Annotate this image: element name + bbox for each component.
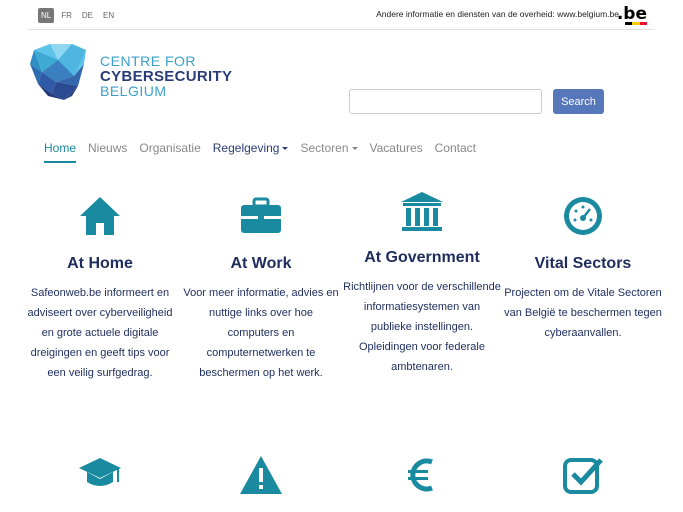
nav-organisatie[interactable]: Organisatie: [139, 141, 200, 163]
euro-icon[interactable]: [337, 454, 507, 496]
bank-icon: [337, 188, 507, 236]
nav-regelgeving[interactable]: Regelgeving: [213, 141, 289, 163]
belgian-flag-icon: [625, 22, 647, 25]
card-title: At Home: [67, 255, 133, 272]
nav-contact[interactable]: Contact: [435, 141, 476, 163]
briefcase-icon: [176, 192, 346, 240]
card-text: Richtlijnen voor de verschillende inform…: [343, 281, 501, 373]
caret-down-icon: [282, 147, 289, 151]
logo-line-3: BELGIUM: [100, 83, 167, 99]
card-text: Voor meer informatie, advies en nuttige …: [183, 287, 339, 379]
card-at-government[interactable]: At Government Richtlijnen voor de versch…: [337, 192, 507, 377]
nav-sectoren-label: Sectoren: [300, 141, 349, 155]
card-title: Vital Sectors: [534, 255, 632, 272]
card-text: Projecten om de Vitale Sectoren van Belg…: [504, 287, 662, 339]
lang-de[interactable]: DE: [79, 8, 96, 23]
card-at-home[interactable]: At Home Safeonweb.be informeert en advis…: [15, 192, 185, 383]
nav-nieuws[interactable]: Nieuws: [88, 141, 127, 163]
search-input[interactable]: [349, 89, 542, 114]
dashboard-icon: [498, 192, 668, 240]
card-title: At Government: [364, 249, 480, 266]
nav-regelgeving-label: Regelgeving: [212, 141, 280, 155]
language-switcher: NL FR DE EN: [38, 8, 117, 23]
warning-icon[interactable]: [176, 454, 346, 496]
lang-en[interactable]: EN: [100, 8, 117, 23]
home-icon: [15, 192, 185, 240]
graduation-cap-icon[interactable]: [15, 454, 185, 494]
government-info-link[interactable]: Andere informatie en diensten van de ove…: [376, 9, 619, 19]
nav-vacatures[interactable]: Vacatures: [370, 141, 423, 163]
card-vital-sectors[interactable]: Vital Sectors Projecten om de Vitale Sec…: [498, 192, 668, 343]
lang-nl[interactable]: NL: [38, 8, 55, 23]
ccb-logo[interactable]: CENTRE FOR CYBERSECURITY BELGIUM: [28, 42, 232, 104]
nav-home[interactable]: Home: [44, 141, 77, 163]
top-bar: NL FR DE EN Andere informatie en dienste…: [28, 0, 655, 30]
logo-line-2: CYBERSECURITY: [100, 68, 233, 85]
checkbox-icon[interactable]: [498, 454, 668, 496]
shield-logo-icon: [30, 44, 86, 100]
search-button[interactable]: Search: [553, 89, 604, 114]
nav-sectoren[interactable]: Sectoren: [300, 141, 358, 163]
card-title: At Work: [230, 255, 292, 272]
card-at-work[interactable]: At Work Voor meer informatie, advies en …: [176, 192, 346, 383]
main-nav: Home Nieuws Organisatie Regelgeving Sect…: [44, 141, 488, 163]
logo-line-1: CENTRE FOR: [100, 53, 196, 69]
lang-fr[interactable]: FR: [58, 8, 75, 23]
caret-down-icon: [351, 147, 358, 151]
card-text: Safeonweb.be informeert en adviseert ove…: [27, 287, 173, 379]
belgium-be-logo[interactable]: .be: [617, 4, 647, 24]
